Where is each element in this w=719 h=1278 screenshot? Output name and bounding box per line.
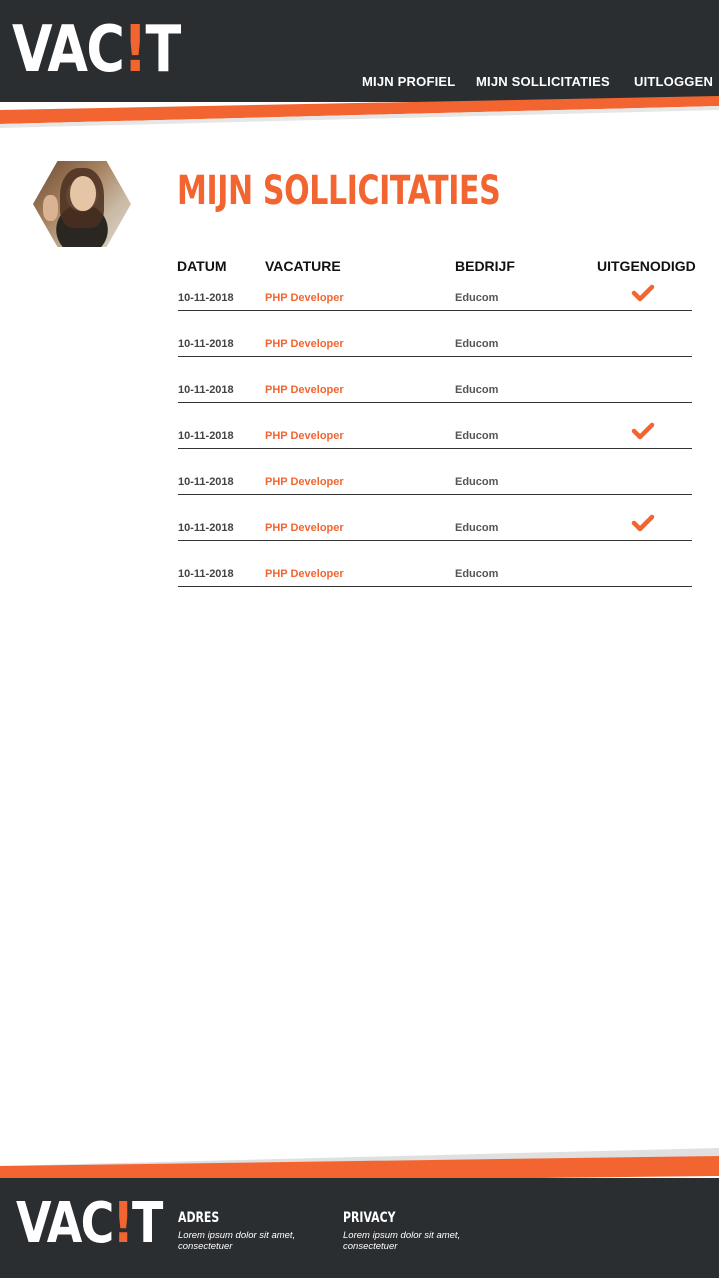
cell-bedrijf: Educom — [455, 338, 499, 350]
logo-text-end: T — [145, 13, 182, 87]
cell-datum: 10-11-2018 — [178, 338, 234, 350]
table-row: 10-11-2018 PHP Developer Educom — [0, 467, 719, 513]
logo-text-start: VAC — [16, 1191, 114, 1256]
cell-vacature-link[interactable]: PHP Developer — [265, 292, 344, 304]
table-row: 10-11-2018 PHP Developer Educom — [0, 283, 719, 329]
cell-datum: 10-11-2018 — [178, 430, 234, 442]
cell-bedrijf: Educom — [455, 568, 499, 580]
row-divider — [178, 448, 692, 449]
footer-privacy-text: Lorem ipsum dolor sit amet, consectetuer — [343, 1230, 461, 1252]
column-header-datum: DATUM — [177, 258, 227, 274]
row-divider — [178, 586, 692, 587]
row-divider — [178, 356, 692, 357]
column-header-bedrijf: BEDRIJF — [455, 258, 515, 274]
cell-vacature-link[interactable]: PHP Developer — [265, 476, 344, 488]
cell-vacature-link[interactable]: PHP Developer — [265, 522, 344, 534]
row-divider — [178, 310, 692, 311]
cell-bedrijf: Educom — [455, 430, 499, 442]
table-row: 10-11-2018 PHP Developer Educom — [0, 421, 719, 467]
cell-datum: 10-11-2018 — [178, 522, 234, 534]
footer-adres-text: Lorem ipsum dolor sit amet, consectetuer — [178, 1230, 296, 1252]
cell-datum: 10-11-2018 — [178, 568, 234, 580]
row-divider — [178, 402, 692, 403]
cell-bedrijf: Educom — [455, 522, 499, 534]
nav-mijn-profiel[interactable]: MIJN PROFIEL — [362, 74, 455, 89]
profile-avatar — [33, 161, 131, 247]
cell-vacature-link[interactable]: PHP Developer — [265, 338, 344, 350]
cell-bedrijf: Educom — [455, 292, 499, 304]
row-divider — [178, 494, 692, 495]
cell-bedrijf: Educom — [455, 384, 499, 396]
column-header-vacature: VACATURE — [265, 258, 341, 274]
check-icon — [631, 284, 655, 302]
column-header-uitgenodigd: UITGENODIGD — [597, 258, 696, 274]
logo-text-start: VAC — [12, 13, 125, 87]
cell-vacature-link[interactable]: PHP Developer — [265, 384, 344, 396]
check-icon — [631, 422, 655, 440]
vacit-footer-logo[interactable]: VAC! T — [16, 1191, 163, 1256]
table-row: 10-11-2018 PHP Developer Educom — [0, 329, 719, 375]
nav-mijn-sollicitaties[interactable]: MIJN SOLLICITATIES — [476, 74, 610, 89]
table-row: 10-11-2018 PHP Developer Educom — [0, 559, 719, 605]
footer-privacy-title[interactable]: PRIVACY — [343, 1210, 396, 1226]
table-row: 10-11-2018 PHP Developer Educom — [0, 375, 719, 421]
logo-text-end: T — [132, 1191, 163, 1256]
header-accent-stripe — [0, 96, 719, 128]
cell-datum: 10-11-2018 — [178, 384, 234, 396]
vacit-logo[interactable]: VAC! T — [12, 13, 182, 87]
footer-adres-title: ADRES — [178, 1210, 220, 1226]
cell-vacature-link[interactable]: PHP Developer — [265, 568, 344, 580]
cell-vacature-link[interactable]: PHP Developer — [265, 430, 344, 442]
nav-uitloggen[interactable]: UITLOGGEN — [634, 74, 713, 89]
table-row: 10-11-2018 PHP Developer Educom — [0, 513, 719, 559]
check-icon — [631, 514, 655, 532]
cell-datum: 10-11-2018 — [178, 476, 234, 488]
cell-datum: 10-11-2018 — [178, 292, 234, 304]
cell-bedrijf: Educom — [455, 476, 499, 488]
logo-exclamation: ! — [123, 13, 147, 87]
logo-exclamation: ! — [112, 1191, 134, 1256]
row-divider — [178, 540, 692, 541]
page-title: MIJN SOLLICITATIES — [177, 168, 501, 214]
